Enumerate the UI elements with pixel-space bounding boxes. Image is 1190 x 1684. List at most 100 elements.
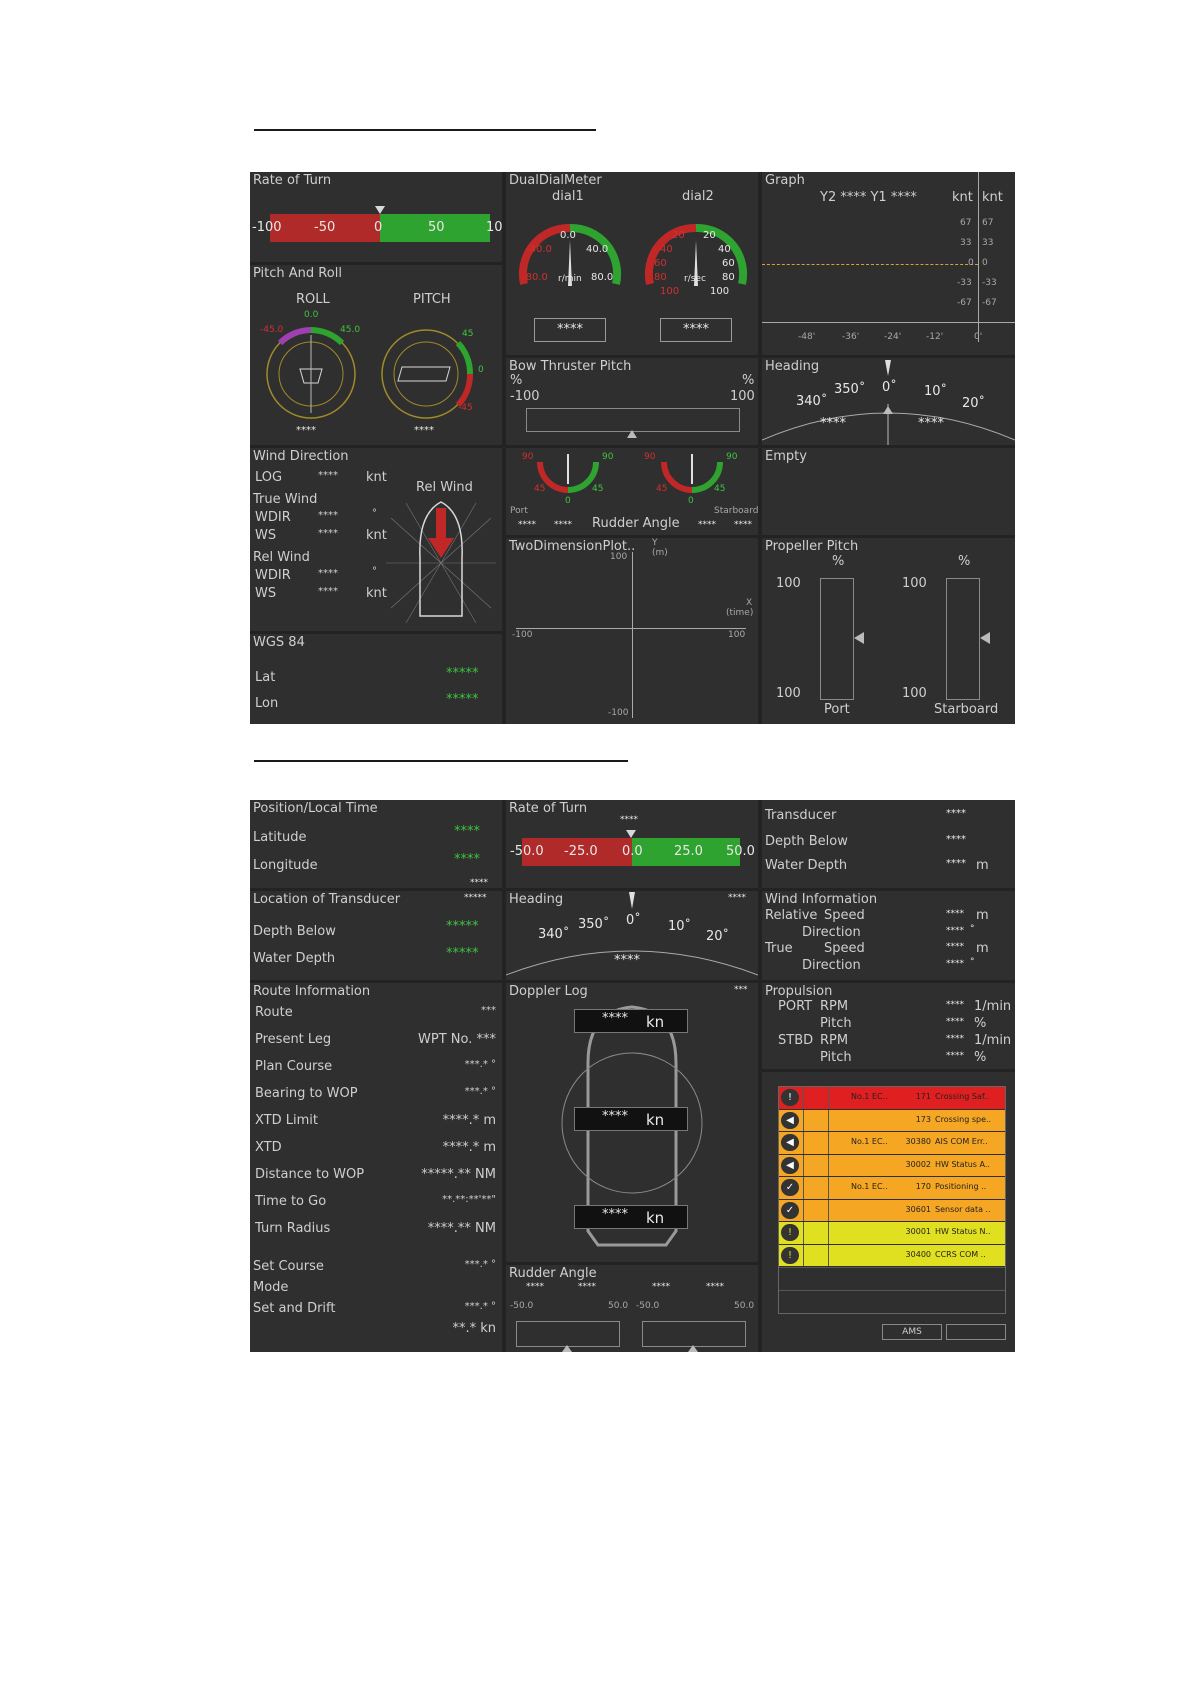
lat-label: Lat	[255, 670, 276, 685]
stern-speed-unit: kn	[646, 1209, 665, 1227]
dial2-tick: 80	[722, 272, 735, 283]
rudder-value: ****	[734, 520, 752, 530]
heading-value: ****	[614, 953, 640, 968]
wind-information-panel[interactable]: Wind Information Relative Speed **** m D…	[762, 891, 1015, 980]
alert-row[interactable]: ! No.1 EC.. 171 Crossing Saf..	[779, 1087, 1005, 1109]
panel-title: Bow Thruster Pitch	[509, 359, 632, 374]
wdir-label: WDIR	[255, 568, 291, 583]
graph-ytick: 67	[960, 218, 972, 228]
roll-max: 45.0	[340, 325, 361, 335]
heading-panel[interactable]: Heading 340˚ 350˚ 0˚ 10˚ 20˚ **** ****	[762, 358, 1015, 445]
transducer-value: ****	[946, 808, 966, 819]
alert-row[interactable]: ✓ 30601 Sensor data ..	[779, 1199, 1005, 1221]
plot-ymax: 100	[610, 552, 628, 562]
graph-panel[interactable]: Graph Y2 **** Y1 **** knt knt 67 33 0 -3…	[762, 172, 1015, 355]
ws-unit: knt	[366, 528, 387, 543]
location-value: *****	[464, 893, 487, 903]
heading-value: ****	[820, 416, 846, 431]
direction-label: Direction	[802, 958, 861, 973]
pitch-tick: 0	[478, 365, 484, 375]
graph-unit: knt	[982, 190, 1003, 205]
propeller-pitch-panel[interactable]: Propeller Pitch % % 100 100 100 100 Port…	[762, 538, 1015, 724]
alert-row[interactable]: ! 30001 HW Status N..	[779, 1222, 1005, 1244]
graph-zero-line	[762, 264, 978, 265]
blank-button[interactable]	[946, 1324, 1006, 1340]
stbd-label: STBD	[778, 1033, 814, 1048]
graph-ytick: -67	[957, 298, 972, 308]
top-screen: Rate of Turn -100 -50 0 50 100 DualDialM…	[250, 172, 1015, 724]
rate-of-turn-panel[interactable]: Rate of Turn **** -50.0 -25.0 0.0 25.0 5…	[506, 800, 758, 888]
true-speed-value: ****	[946, 942, 964, 952]
wgs84-panel[interactable]: WGS 84 Lat ***** Lon *****	[250, 634, 502, 724]
port-label: Port	[824, 702, 850, 717]
panel-title: Pitch And Roll	[253, 266, 342, 281]
graph-ytick: 33	[982, 238, 994, 248]
alert-table: ! No.1 EC.. 171 Crossing Saf.. ◀ 173 Crossing …	[778, 1086, 1006, 1314]
stbd-pitch-bar	[946, 578, 980, 700]
rudder-pointer	[562, 1345, 572, 1352]
dial2-value: ****	[660, 318, 732, 342]
graph-xtick: -12'	[926, 332, 944, 342]
rudder-angle-panel[interactable]: 90 90 45 45 0 90 90 45 45 0 Port Starboa…	[506, 448, 758, 535]
alert-message: AIS COM Err..	[935, 1137, 988, 1146]
route-information-panel[interactable]: Route Information Route *** Present Leg …	[250, 983, 502, 1352]
alert-row[interactable]: ◀ No.1 EC.. 30380 AIS COM Err..	[779, 1132, 1005, 1154]
alert-row[interactable]: ! 30400 CCRS COM ..	[779, 1244, 1005, 1266]
panel-title: Propulsion	[765, 984, 833, 999]
heading-tick: 340˚	[796, 394, 828, 409]
log-unit: knt	[366, 470, 387, 485]
dial1-value: ****	[534, 318, 606, 342]
panel-title: Location of Transducer	[253, 892, 401, 907]
transducer-panel[interactable]: Transducer **** Depth Below **** Water D…	[762, 800, 1015, 888]
alert-row[interactable]: ✓ No.1 EC.. 170 Positioning ..	[779, 1177, 1005, 1199]
alert-row[interactable]: ◀ 173 Crossing spe..	[779, 1109, 1005, 1131]
dial2-label: dial2	[682, 189, 714, 204]
alert-row[interactable]: ◀ 30002 HW Status A..	[779, 1154, 1005, 1176]
wind-direction-panel[interactable]: Wind Direction LOG **** knt Rel Wind Tru…	[250, 448, 502, 631]
alert-ack-cell	[803, 1244, 829, 1266]
empty-panel[interactable]: Empty	[762, 448, 1015, 535]
drift-speed-value: **.* kn	[452, 1321, 496, 1336]
route-row-label: Present Leg	[255, 1032, 332, 1047]
dial2-tick: 40	[660, 244, 673, 255]
plot-xmax: 100	[728, 630, 746, 640]
route-row-label: Time to Go	[255, 1194, 327, 1209]
rudder-angle-bottom-panel[interactable]: Rudder Angle **** **** **** **** -50.0 5…	[506, 1265, 758, 1352]
heading-tick: 20˚	[962, 396, 986, 411]
two-dimension-plot-panel[interactable]: TwoDimensionPlot.. Y (m) 100 X (time) -1…	[506, 538, 758, 724]
doppler-log-panel[interactable]: Doppler Log *** **** kn **** kn **** kn	[506, 983, 758, 1262]
dual-dial-meter-panel[interactable]: DualDialMeter dial1 dial2 0.0 -40.0 40.0…	[506, 172, 758, 355]
log-value: ****	[318, 470, 338, 481]
propulsion-panel[interactable]: Propulsion PORT RPM **** 1/min Pitch ***…	[762, 983, 1015, 1069]
rate-of-turn-panel[interactable]: Rate of Turn -100 -50 0 50 100	[250, 172, 502, 262]
alert-id: 170	[915, 1182, 931, 1191]
pitch-unit: %	[974, 1016, 987, 1031]
graph-legend: Y2 **** Y1 ****	[820, 190, 917, 205]
rpm-label: RPM	[820, 999, 849, 1014]
panel-title: Propeller Pitch	[765, 539, 859, 554]
heading-panel[interactable]: Heading **** 340˚ 350˚ 0˚ 10˚ 20˚ ****	[506, 891, 758, 980]
pitch-and-roll-panel[interactable]: Pitch And Roll ROLL PITCH 0.0 -45.0 45.0…	[250, 265, 502, 445]
rudder-tick: 90	[522, 452, 534, 462]
alert-list-panel[interactable]: ! No.1 EC.. 171 Crossing Saf.. ◀ 173 Crossing …	[762, 1072, 1015, 1352]
location-of-transducer-panel[interactable]: Location of Transducer ***** Depth Below…	[250, 891, 502, 980]
route-row-value: ****.** NM	[427, 1221, 496, 1236]
route-row-value: ***.* °	[464, 1059, 496, 1070]
pp-unit: %	[832, 554, 845, 569]
bow-thruster-panel[interactable]: Bow Thruster Pitch % % -100 100	[506, 358, 758, 445]
dial1-label: dial1	[552, 189, 584, 204]
plot-y-label: Y	[652, 538, 658, 548]
transducer-label: Transducer	[765, 808, 837, 823]
heading-tick: 0˚	[626, 913, 641, 928]
position-local-time-panel[interactable]: Position/Local Time Latitude **** Longit…	[250, 800, 502, 888]
panel-title: Position/Local Time	[253, 801, 378, 816]
ams-button[interactable]: AMS	[882, 1324, 942, 1340]
alert-ack-cell	[803, 1132, 829, 1154]
rot-tick: -50	[314, 220, 336, 235]
alert-ack-cell	[803, 1199, 829, 1221]
mid-speed-unit: kn	[646, 1111, 665, 1129]
depth-below-label: Depth Below	[765, 834, 848, 849]
plot-x-axis	[516, 628, 746, 629]
alert-icon: !	[781, 1224, 799, 1241]
rudder-gauges	[537, 454, 723, 493]
